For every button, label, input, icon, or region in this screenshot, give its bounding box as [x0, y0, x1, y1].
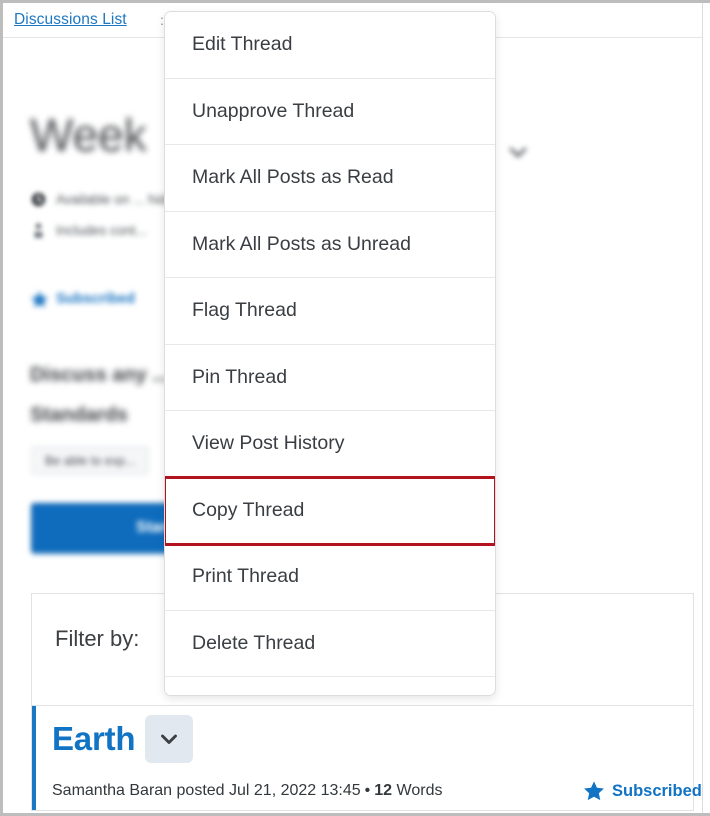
include-row: Includes cont...	[30, 222, 147, 239]
thread-post-row[interactable]: Earth Samantha Baran posted Jul 21, 2022…	[31, 705, 702, 811]
person-icon	[30, 222, 47, 239]
post-subscribed-label: Subscribed	[612, 781, 702, 800]
menu-item-unapprove-thread[interactable]: Unapprove Thread	[165, 78, 495, 145]
standard-chip[interactable]: Be able to exp...	[31, 446, 150, 475]
menu-item-mark-all-posts-as-read[interactable]: Mark All Posts as Read	[165, 145, 495, 212]
thread-subscribed-label: Subscribed	[56, 290, 135, 307]
unread-accent-bar	[32, 706, 36, 810]
clock-icon	[30, 191, 47, 208]
star-icon	[583, 780, 605, 802]
thread-subscribed-indicator[interactable]: Subscribed	[30, 290, 135, 308]
post-word-count: 12	[374, 782, 393, 799]
post-title-row: Earth	[52, 715, 194, 763]
menu-bottom-padding	[165, 677, 495, 695]
menu-item-flag-thread[interactable]: Flag Thread	[165, 278, 495, 345]
thread-title-chevron-down-icon[interactable]	[507, 141, 529, 163]
page-title: Week	[30, 109, 147, 161]
post-meta-author-date: Samantha Baran posted Jul 21, 2022 13:45	[52, 782, 361, 799]
star-icon	[30, 290, 49, 308]
include-text: Includes cont...	[56, 223, 147, 238]
post-actions-chevron-down-icon[interactable]	[145, 715, 194, 763]
menu-item-pin-thread[interactable]: Pin Thread	[165, 344, 495, 411]
thread-context-menu[interactable]: Edit Thread Unapprove Thread Mark All Po…	[164, 11, 496, 696]
post-subscribed-indicator[interactable]: Subscribed	[583, 780, 702, 802]
menu-item-mark-all-posts-as-unread[interactable]: Mark All Posts as Unread	[165, 211, 495, 278]
breadcrumb-discussions-list-link[interactable]: Discussions List	[14, 11, 127, 29]
filter-by-label: Filter by:	[55, 626, 140, 651]
menu-item-copy-thread[interactable]: Copy Thread	[165, 475, 495, 546]
post-title-link[interactable]: Earth	[52, 720, 136, 758]
menu-item-edit-thread[interactable]: Edit Thread	[165, 12, 495, 79]
post-word-label: Words	[396, 782, 443, 799]
browser-page: Discussions List : Week Available on ...…	[0, 0, 710, 816]
menu-item-print-thread[interactable]: Print Thread	[165, 544, 495, 611]
menu-item-delete-thread[interactable]: Delete Thread	[165, 610, 495, 677]
post-meta-bullet: •	[364, 782, 371, 799]
chevron-down-glyph	[161, 734, 178, 744]
menu-item-view-post-history[interactable]: View Post History	[165, 411, 495, 478]
post-metadata: Samantha Baran posted Jul 21, 2022 13:45…	[52, 782, 442, 800]
